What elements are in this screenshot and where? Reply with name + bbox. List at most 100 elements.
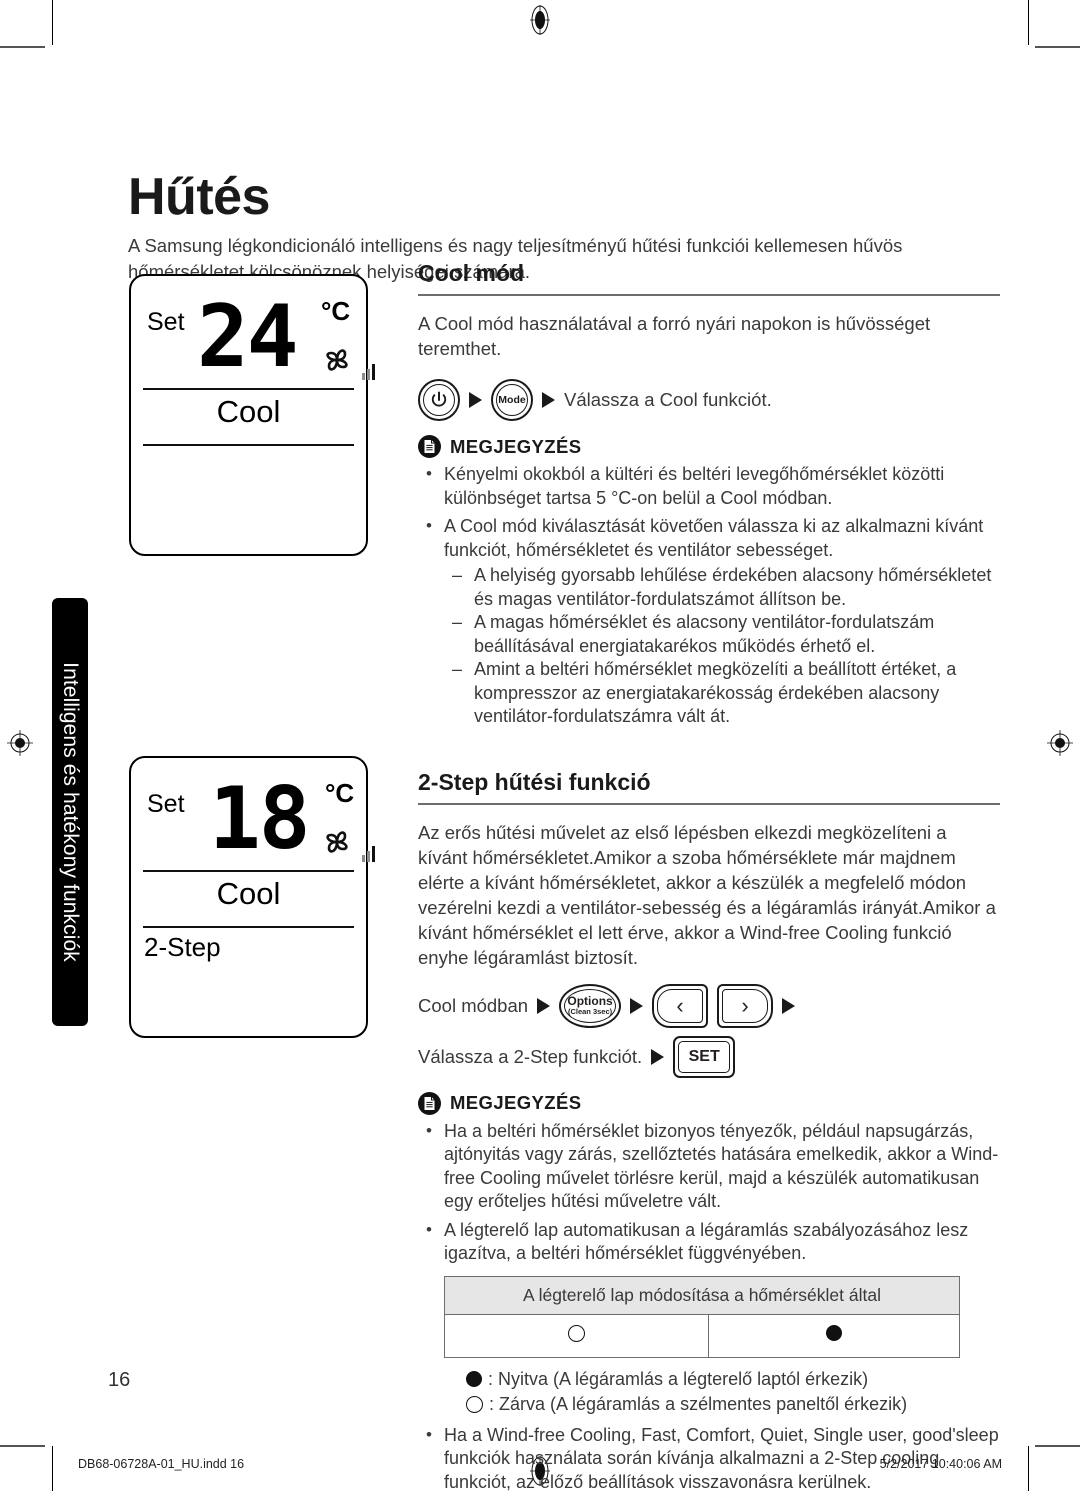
step-arrow-icon (469, 392, 482, 408)
section-title-two-step: 2-Step hűtési funkció (418, 768, 651, 795)
section-rule (418, 294, 1000, 296)
blade-adjustment-table: A légterelő lap módosítása a hőmérséklet… (443, 1275, 960, 1358)
table-header-row: A légterelő lap módosítása a hőmérséklet… (444, 1275, 960, 1315)
footer-timestamp: 5/2/2017 10:40:06 AM (879, 1457, 1002, 1471)
options-button-sublabel: (Clean 3sec) (567, 1007, 613, 1017)
cool-mode-step-instruction: Válassza a Cool funkciót. (564, 389, 772, 410)
note-header-cool-mode: MEGJEGYZÉS (418, 435, 1000, 458)
note-header-two-step: MEGJEGYZÉS (418, 1091, 1000, 1115)
fan-speed-bars (362, 844, 375, 862)
step-arrow-icon (782, 997, 796, 1014)
table-legend: : Nyitva (A légáramlás a légterelő laptó… (466, 1367, 1000, 1417)
fan-speed-icon (317, 338, 375, 382)
fan-speed-icon (317, 820, 375, 864)
chevron-right-icon: › (741, 992, 749, 1018)
list-item: Ha a beltéri hőmérséklet bizonyos tényez… (418, 1119, 1000, 1214)
table-header-cell: A légterelő lap módosítása a hőmérséklet… (444, 1275, 960, 1315)
power-button[interactable] (418, 379, 460, 421)
legend-row-closed: : Zárva (A légáramlás a szélmentes panel… (466, 1392, 1000, 1417)
set-button-label: SET (688, 1047, 720, 1065)
display-mode-label: Cool (216, 394, 281, 429)
two-step-paragraph: Az erős hűtési művelet az első lépésben … (418, 821, 996, 968)
display-unit: °C (321, 296, 351, 326)
text-column: Cool mód A Cool mód használatával a forr… (418, 260, 1000, 1499)
legend-row-open: : Nyitva (A légáramlás a légterelő laptó… (466, 1367, 1000, 1392)
open-circle-icon (568, 1324, 586, 1342)
step-arrow-icon (651, 1048, 665, 1065)
cool-mode-step-sequence: Mode Válassza a Cool funkciót. (418, 379, 1000, 421)
crop-mark-bottom-right-h (1035, 1445, 1080, 1447)
filled-circle-icon (826, 1325, 843, 1341)
set-button[interactable]: SET (673, 1035, 736, 1078)
power-icon (431, 391, 447, 407)
page-number: 16 (108, 1369, 131, 1391)
table-row (443, 1313, 960, 1358)
page-content: Hűtés A Samsung légkondicionáló intellig… (78, 28, 1002, 1492)
table-cell-open (708, 1313, 960, 1358)
two-step-step-sequence-1: Cool módban Options (Clean 3sec) ‹ › (418, 983, 1000, 1028)
two-step-step-sequence-2: Válassza a 2-Step funkciót. SET (418, 1035, 1000, 1078)
display-temperature: 18 (209, 769, 311, 869)
options-button-label: Options (567, 994, 613, 1009)
mode-button[interactable]: Mode (491, 379, 533, 421)
remote-display-2step: Set 18 °C Cool 2-Step (129, 756, 375, 1038)
display-unit: °C (325, 778, 355, 808)
display-mode-label: Cool (216, 876, 281, 911)
filled-circle-icon (466, 1371, 482, 1387)
list-item: A Cool mód kiválasztását követően válass… (418, 514, 1000, 729)
cool-mode-note-list: Kényelmi okokból a kültéri és beltéri le… (418, 462, 1000, 729)
registration-mark-right (1047, 730, 1073, 756)
display-top-row: Set 24 °C (145, 287, 375, 387)
display-divider-1 (143, 870, 354, 872)
crop-mark-bottom-left-h (0, 1445, 45, 1447)
crop-mark-bottom-left-v (52, 1446, 53, 1491)
crop-mark-bottom-right-v (1028, 1446, 1029, 1491)
two-step-prefix: Cool módban (418, 994, 529, 1016)
page-title: Hűtés (128, 167, 270, 226)
display-set-label: Set (147, 308, 185, 336)
options-button[interactable]: Options (Clean 3sec) (559, 983, 622, 1028)
cool-mode-sub-list: A helyiség gyorsabb lehűlése érdekében a… (444, 564, 1000, 729)
two-step-note-list: Ha a beltéri hőmérséklet bizonyos tényez… (418, 1119, 1000, 1266)
section-rule (418, 802, 1000, 805)
crop-mark-top-left-v (52, 0, 53, 45)
display-sub-label: 2-Step (144, 932, 221, 962)
display-set-label: Set (147, 790, 185, 818)
next-button[interactable]: › (717, 983, 774, 1028)
legend-text: : Nyitva (A légáramlás a légterelő laptó… (488, 1368, 869, 1389)
note-title: MEGJEGYZÉS (450, 1092, 582, 1113)
mode-button-label: Mode (498, 394, 526, 406)
display-top-row: Set 18 °C (145, 769, 375, 869)
remote-display-cool: Set 24 °C Cool (129, 274, 375, 556)
crop-mark-top-right-v (1028, 0, 1029, 45)
sub-list-item: Amint a beltéri hőmérséklet megközelíti … (444, 658, 1000, 729)
sub-list-item: A helyiség gyorsabb lehűlése érdekében a… (444, 564, 1000, 611)
illustration-column: Set 24 °C Cool Set 18 °C Cool 2-Step (128, 274, 418, 1038)
crop-mark-top-left-h (0, 46, 45, 48)
list-item-text: A Cool mód kiválasztását követően válass… (444, 516, 984, 560)
list-item: Kényelmi okokból a kültéri és beltéri le… (418, 462, 1000, 510)
display-temperature: 24 (197, 287, 299, 387)
step-arrow-icon (630, 997, 644, 1014)
step-arrow-icon (537, 997, 551, 1014)
cool-mode-paragraph: A Cool mód használatával a forró nyári n… (418, 313, 931, 359)
display-divider-1 (143, 388, 354, 390)
crop-mark-top-right-h (1035, 46, 1080, 48)
legend-text: : Zárva (A légáramlás a szélmentes panel… (489, 1393, 908, 1414)
table-cell-closed (443, 1313, 710, 1358)
note-icon (418, 1091, 441, 1115)
fan-speed-bars (362, 362, 375, 380)
list-item: A légterelő lap automatikusan a légáraml… (418, 1218, 1000, 1266)
section-title-cool-mode: Cool mód (418, 260, 525, 286)
display-divider-2 (143, 926, 354, 928)
footer-file-name: DB68-06728A-01_HU.indd 16 (78, 1457, 245, 1471)
note-title: MEGJEGYZÉS (450, 435, 582, 457)
chevron-left-icon: ‹ (676, 992, 684, 1018)
registration-mark-left (7, 730, 33, 756)
sub-list-item: A magas hőmérséklet és alacsony ventilát… (444, 611, 1000, 658)
two-step-select-instruction: Válassza a 2-Step funkciót. (418, 1045, 643, 1067)
open-circle-icon (466, 1395, 483, 1413)
display-divider-2 (143, 444, 354, 446)
previous-button[interactable]: ‹ (652, 983, 709, 1028)
step-arrow-icon (542, 392, 555, 408)
